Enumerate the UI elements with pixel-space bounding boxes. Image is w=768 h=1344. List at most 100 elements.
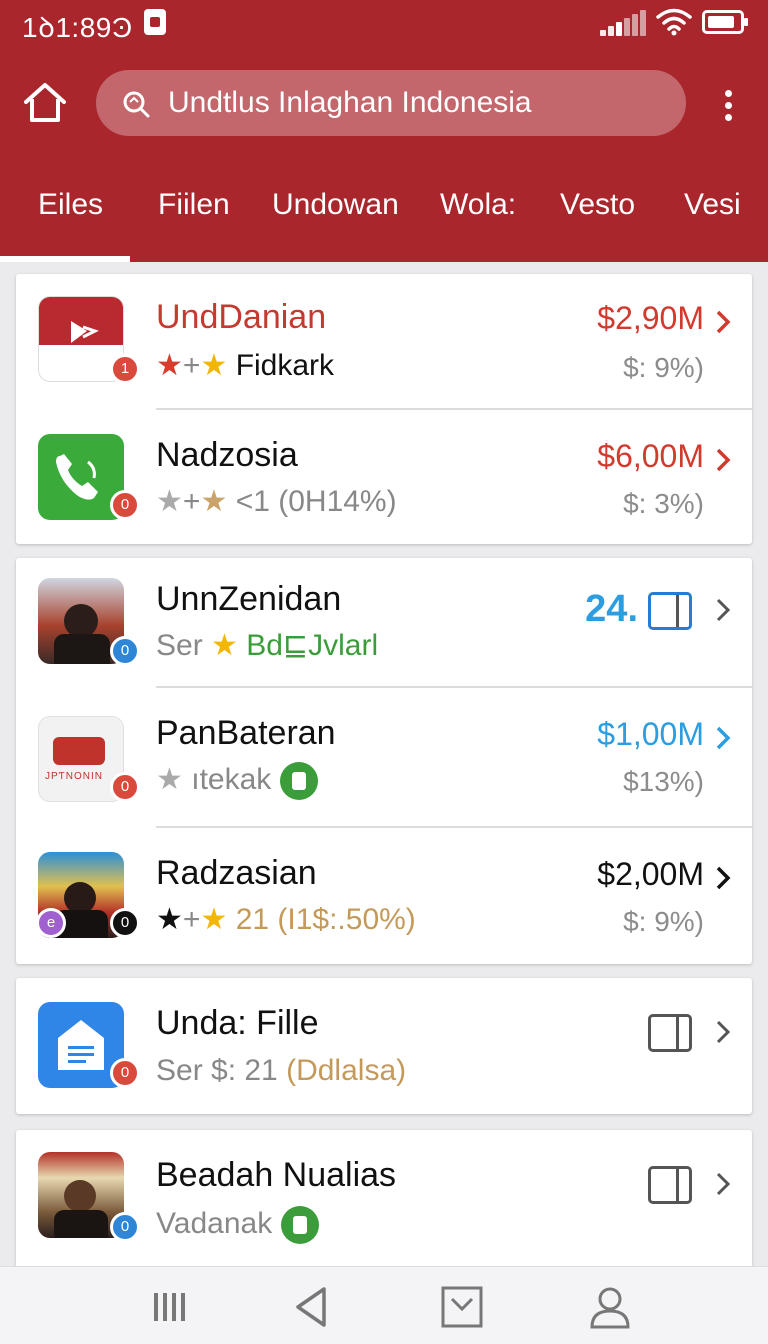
- item-price: $2,90M: [597, 300, 704, 336]
- app-header: 1ꝺ1:89Ͽ Undtlus Inlaghan Indonesia Eiles…: [0, 0, 768, 262]
- star-icon: ★: [200, 485, 228, 518]
- rating-text: (Ddlalsa): [286, 1054, 407, 1087]
- item-rating: Vadanak: [156, 1206, 319, 1244]
- wifi-icon: [656, 8, 692, 36]
- item-rating: ★ ıtekak: [156, 762, 318, 801]
- tab-eiles[interactable]: Eiles: [38, 188, 103, 222]
- star-icon: ★: [211, 629, 238, 662]
- star-icon: ★: [156, 763, 183, 796]
- tab-vesi[interactable]: Vesi: [684, 188, 741, 222]
- notification-badge: 0: [110, 908, 140, 938]
- notification-badge: 0: [110, 772, 140, 802]
- notification-badge: 0: [110, 636, 140, 666]
- chevron-right-icon: [716, 1020, 731, 1044]
- list-item[interactable]: 0 Beadah Nualias Vadanak: [16, 1130, 752, 1270]
- profile-icon[interactable]: [588, 1285, 632, 1329]
- rating-text: Bd⊑Jvlarl: [246, 629, 379, 662]
- star-icon: ★: [200, 903, 228, 936]
- tab-wola[interactable]: Wola:: [440, 188, 516, 222]
- chevron-right-icon: [716, 1172, 731, 1196]
- status-time: 1ꝺ1:89Ͽ: [22, 12, 133, 43]
- item-title: Radzasian: [156, 854, 317, 892]
- chevron-right-icon: [716, 448, 731, 472]
- item-rating: ★+★ Fidkark: [156, 349, 335, 382]
- item-title: Beadah Nualias: [156, 1156, 397, 1194]
- star-icon: ★: [156, 349, 183, 382]
- notification-badge: 1: [110, 354, 140, 384]
- tablet-icon: [648, 1014, 692, 1052]
- recents-icon[interactable]: [150, 1285, 194, 1329]
- item-title: UnnZenidan: [156, 580, 342, 618]
- verified-icon: [280, 1206, 319, 1244]
- item-count: 24.: [585, 588, 638, 630]
- item-title: Unda: Fille: [156, 1004, 319, 1042]
- item-rating: ★+★ 21 (I1$:.50%): [156, 903, 416, 936]
- rating-prefix: Ser: [156, 629, 203, 662]
- search-icon: [123, 91, 150, 118]
- item-price: $6,00M: [597, 438, 704, 474]
- rating-text: <1 (0H14%): [235, 485, 397, 518]
- chevron-right-icon: [716, 726, 731, 750]
- notification-badge: 0: [110, 1058, 140, 1088]
- item-percent: $: 9%): [623, 906, 704, 937]
- star-icon: ★: [156, 903, 183, 936]
- star-icon: ★: [156, 485, 183, 518]
- star-icon: ★: [200, 349, 228, 382]
- rating-text: 21 (I1$:.50%): [235, 903, 416, 936]
- tablet-icon: [648, 592, 692, 630]
- list-item[interactable]: 1 UndDanian ★+★ Fidkark $2,90M $: 9%): [16, 274, 752, 410]
- tab-bar: Eiles Fiilen Undowan Wola: Vesto Vesi: [0, 176, 768, 262]
- item-rating: Ser $: 21 (Ddlalsa): [156, 1054, 406, 1088]
- chevron-right-icon: [716, 310, 731, 334]
- rating-text: Fidkark: [235, 349, 335, 382]
- tablet-icon: [648, 1166, 692, 1204]
- rating-text: Vadanak: [156, 1206, 273, 1240]
- search-query-text: Undtlus Inlaghan Indonesia: [168, 86, 532, 119]
- home-icon[interactable]: [22, 80, 68, 126]
- item-percent: $: 9%): [623, 352, 704, 383]
- notification-badge: 0: [110, 490, 140, 520]
- signal-icon: [600, 10, 646, 36]
- document-icon: [58, 1020, 104, 1070]
- notification-app-icon: [144, 9, 166, 35]
- item-rating: ★+★ <1 (0H14%): [156, 485, 397, 518]
- list-item[interactable]: JPƬNONIN 0 PanBateran ★ ıtekak $1,00M $1…: [16, 688, 752, 828]
- app-badge: e: [36, 908, 66, 938]
- rating-prefix: Ser $: 21: [156, 1054, 278, 1087]
- item-price: $2,00M: [597, 856, 704, 892]
- item-title: UndDanian: [156, 298, 327, 336]
- item-percent: $: 3%): [623, 488, 704, 519]
- item-percent: $13%): [623, 766, 704, 797]
- rating-text: ıtekak: [191, 763, 272, 796]
- item-rating: Ser ★ Bd⊑Jvlarl: [156, 628, 378, 663]
- more-vertical-icon[interactable]: [716, 86, 740, 126]
- system-navigation-bar: [0, 1266, 768, 1344]
- flag-arrow-icon: [71, 321, 99, 343]
- app-icon-label: JPƬNONIN: [45, 771, 103, 782]
- tab-vesto[interactable]: Vesto: [560, 188, 635, 222]
- tab-undowan[interactable]: Undowan: [272, 188, 399, 222]
- list-card: 0 Beadah Nualias Vadanak: [16, 1130, 752, 1270]
- verified-icon: [279, 762, 318, 801]
- chevron-right-icon: [716, 598, 731, 622]
- home-tray-icon[interactable]: [440, 1285, 484, 1329]
- search-bar[interactable]: Undtlus Inlaghan Indonesia: [96, 70, 686, 136]
- chevron-right-icon: [716, 866, 731, 890]
- item-price: $1,00M: [597, 716, 704, 752]
- list-card: 0 Unda: Fille Ser $: 21 (Ddlalsa): [16, 978, 752, 1114]
- item-title: PanBateran: [156, 714, 336, 752]
- notification-badge: 0: [110, 1212, 140, 1242]
- list-item[interactable]: 0 UnnZenidan Ser ★ Bd⊑Jvlarl 24.: [16, 558, 752, 688]
- list-item[interactable]: 0 Nadzosia ★+★ <1 (0H14%) $6,00M $: 3%): [16, 410, 752, 544]
- tab-fiilen[interactable]: Fiilen: [158, 188, 230, 222]
- status-bar: 1ꝺ1:89Ͽ: [0, 0, 768, 50]
- list-item[interactable]: e 0 Radzasian ★+★ 21 (I1$:.50%) $2,00M $…: [16, 828, 752, 964]
- phone-icon: [56, 454, 98, 500]
- battery-icon: [702, 10, 748, 34]
- tab-selected-indicator: [0, 256, 130, 262]
- item-title: Nadzosia: [156, 436, 298, 474]
- back-icon[interactable]: [290, 1285, 334, 1329]
- list-card: 0 UnnZenidan Ser ★ Bd⊑Jvlarl 24. JPƬNONI…: [16, 558, 752, 964]
- list-item[interactable]: 0 Unda: Fille Ser $: 21 (Ddlalsa): [16, 978, 752, 1114]
- list-card: 1 UndDanian ★+★ Fidkark $2,90M $: 9%) 0 …: [16, 274, 752, 544]
